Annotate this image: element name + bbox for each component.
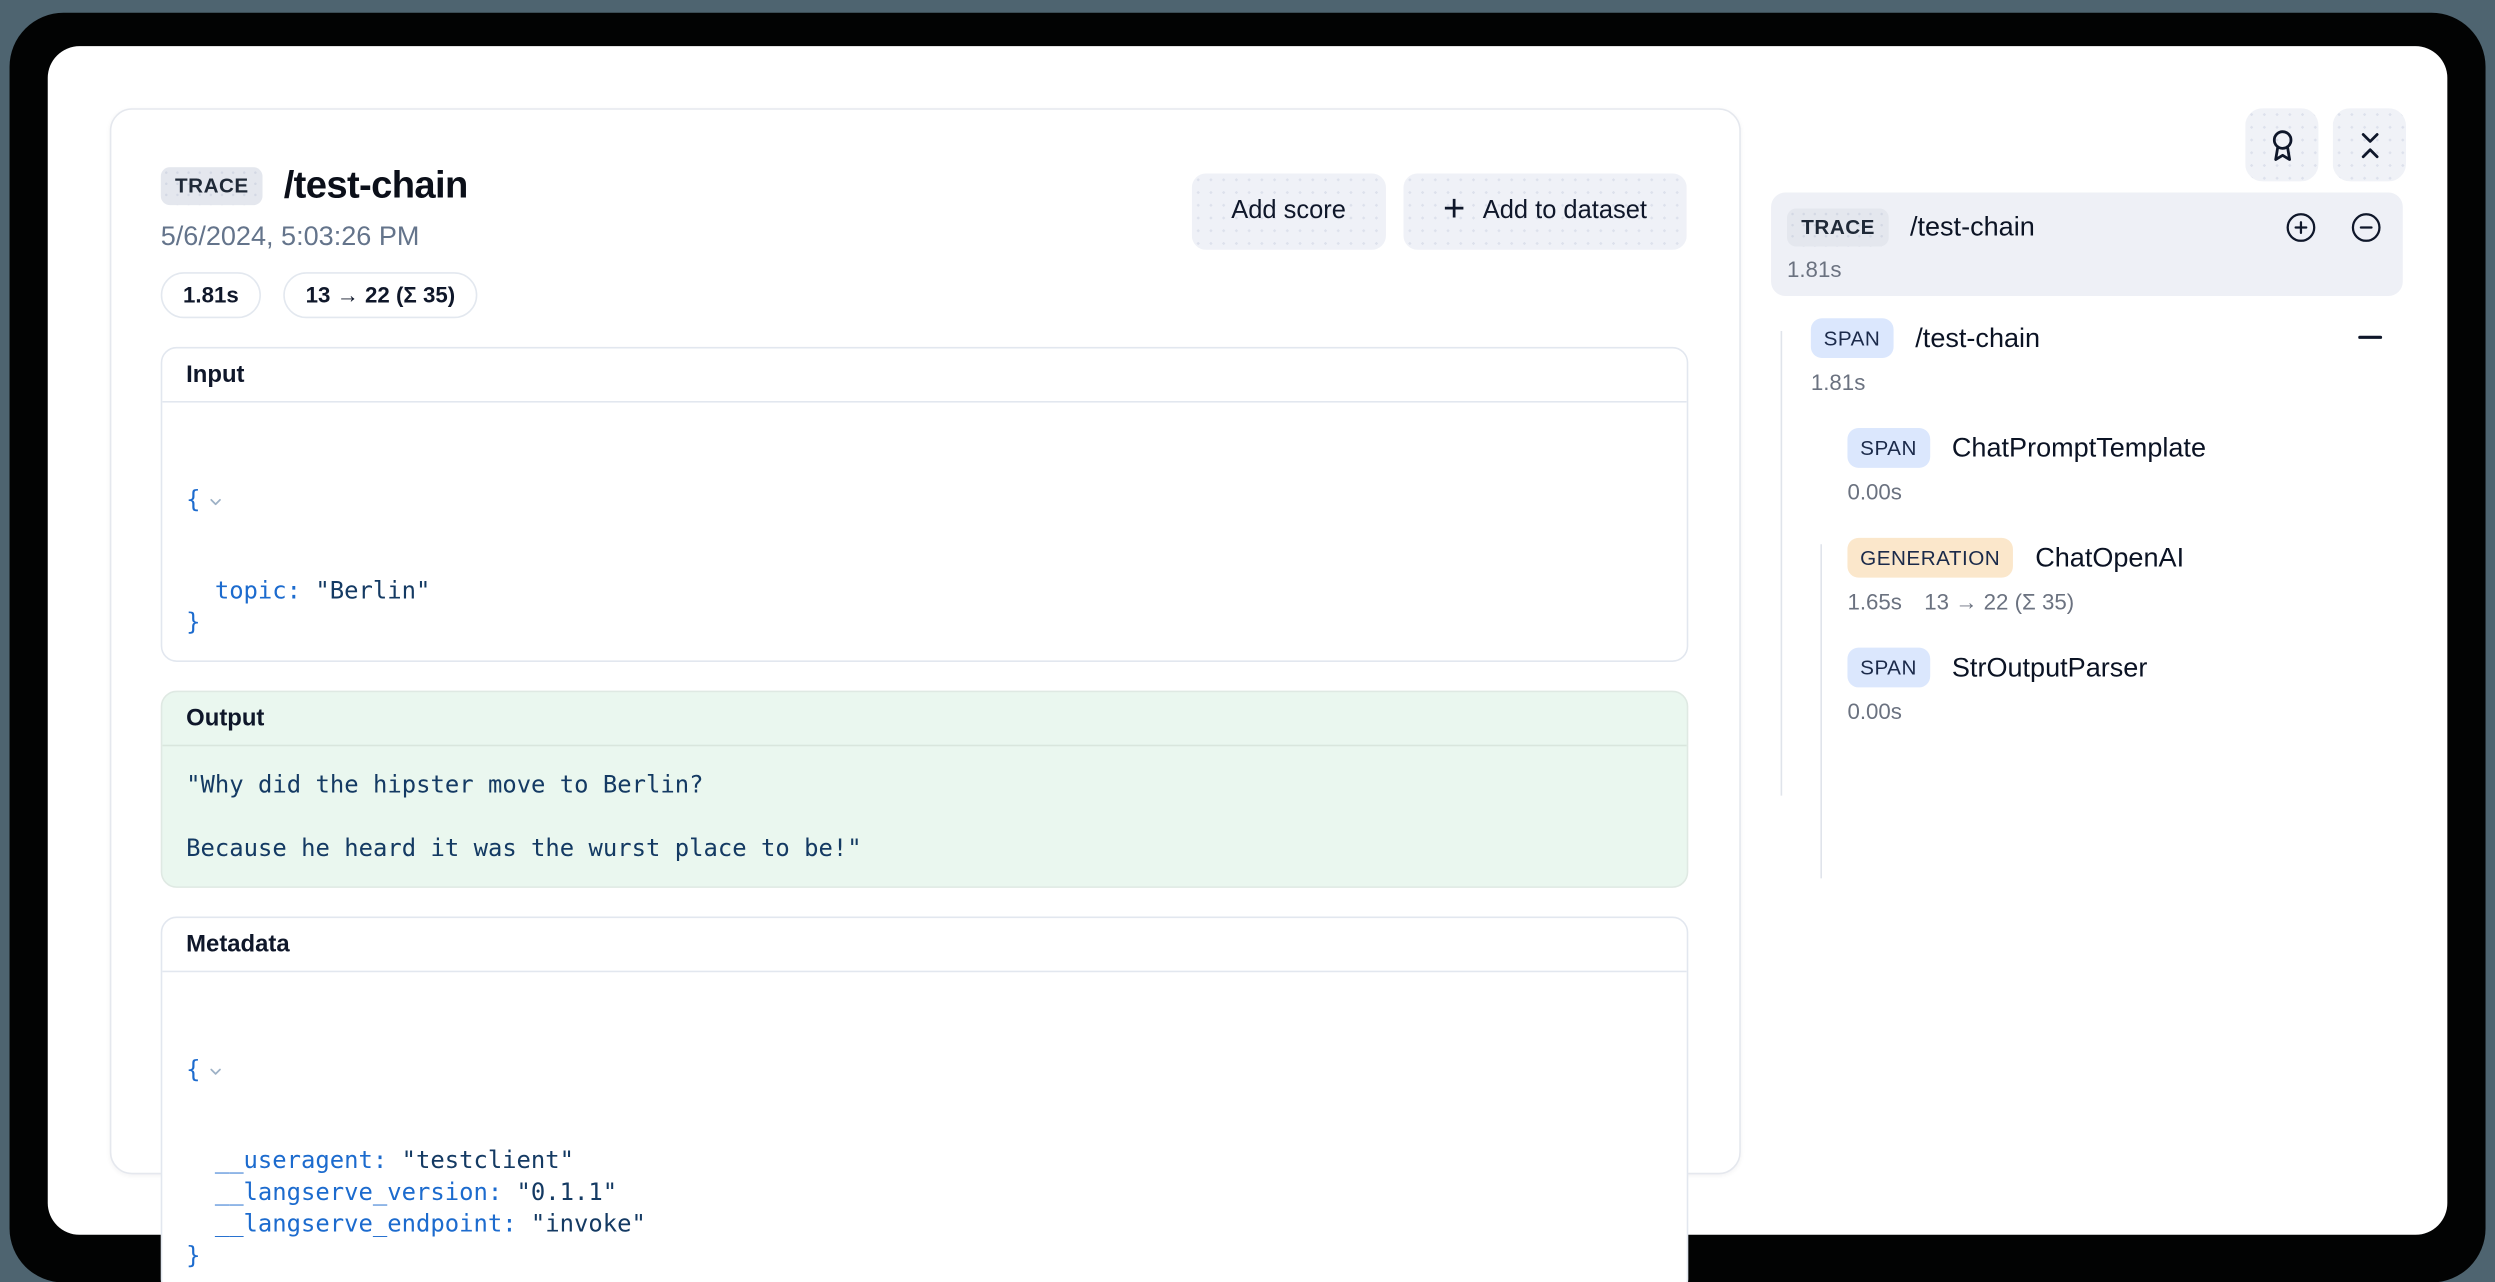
- chevron-down-icon[interactable]: [207, 430, 437, 575]
- span-type-badge: SPAN: [1847, 428, 1929, 468]
- json-open-line: {: [186, 995, 1663, 1145]
- input-section: Input { topic: "Berlin" }: [161, 347, 1689, 662]
- add-to-dataset-button[interactable]: + Add to dataset: [1403, 173, 1687, 249]
- tree-children: SPAN /test-chain 1.81s SPAN ChatPromptTe…: [1771, 318, 2403, 724]
- close-brace: }: [186, 1240, 200, 1272]
- award-icon: [2265, 128, 2298, 161]
- json-row: topic: "Berlin": [186, 574, 1663, 606]
- input-section-title: Input: [162, 348, 1686, 402]
- json-value: "0.1.1": [517, 1178, 618, 1207]
- tree-item-name: ChatPromptTemplate: [1952, 432, 2206, 464]
- duration-value: 1.81s: [1811, 369, 1866, 394]
- tree-root-duration: 1.81s: [1787, 256, 2387, 281]
- collapse-panel-button[interactable]: [2333, 108, 2406, 181]
- tree-item-line: SPAN /test-chain: [1811, 318, 2403, 358]
- plus-icon: +: [1443, 187, 1465, 232]
- tree-item-name: /test-chain: [1915, 322, 2040, 354]
- input-json-viewer: { topic: "Berlin" }: [162, 403, 1686, 661]
- tree-item-span-stroutputparser[interactable]: SPAN StrOutputParser 0.00s: [1771, 648, 2403, 724]
- json-row: __langserve_version: "0.1.1": [186, 1176, 1663, 1208]
- json-row: __langserve_endpoint: "invoke": [186, 1208, 1663, 1240]
- tree-item-name: ChatOpenAI: [2035, 542, 2184, 574]
- tree-item-duration: 1.81s: [1811, 369, 2403, 394]
- trace-actions: Add score + Add to dataset: [1191, 173, 1686, 249]
- json-open-line: {: [186, 425, 1663, 575]
- circle-minus-icon[interactable]: [2350, 212, 2382, 244]
- tree-item-duration: 1.65s 13 → 22 (Σ 35): [1847, 589, 2402, 614]
- output-body: "Why did the hipster move to Berlin? Bec…: [162, 746, 1686, 886]
- tree-root-name: /test-chain: [1910, 212, 2035, 244]
- app-window: TRACE /test-chain 5/6/2024, 5:03:26 PM 1…: [48, 46, 2448, 1235]
- json-close-line: }: [186, 606, 1663, 638]
- add-to-dataset-label: Add to dataset: [1483, 197, 1647, 226]
- json-key: topic:: [215, 576, 301, 605]
- json-key: __langserve_version:: [215, 1178, 502, 1207]
- window-frame: TRACE /test-chain 5/6/2024, 5:03:26 PM 1…: [10, 13, 2486, 1282]
- tree-item-duration: 0.00s: [1847, 479, 2402, 504]
- screenshot-stage: TRACE /test-chain 5/6/2024, 5:03:26 PM 1…: [0, 0, 2495, 1282]
- tree-item-span-chatprompttemplate[interactable]: SPAN ChatPromptTemplate 0.00s: [1771, 428, 2403, 504]
- tree-root-row[interactable]: TRACE /test-chain 1.81s: [1771, 193, 2403, 296]
- json-row: __useragent: "testclient": [186, 1144, 1663, 1176]
- json-value: "testclient": [402, 1146, 574, 1175]
- json-value: "Berlin": [315, 576, 430, 605]
- tree-root-line: TRACE /test-chain: [1787, 208, 2387, 246]
- latency-pill: 1.81s: [161, 272, 261, 318]
- annotate-button[interactable]: [2245, 108, 2318, 181]
- chevron-down-icon[interactable]: [207, 999, 437, 1144]
- circle-plus-icon[interactable]: [2285, 212, 2317, 244]
- collapse-vertical-icon: [2353, 128, 2386, 161]
- tree-item-span-test-chain[interactable]: SPAN /test-chain 1.81s: [1771, 318, 2403, 394]
- json-key: __langserve_endpoint:: [215, 1209, 517, 1238]
- metadata-section: Metadata { __useragent: "testclient" __la…: [161, 917, 1689, 1282]
- collapse-branch-icon[interactable]: [2358, 336, 2382, 339]
- duration-value: 0.00s: [1847, 479, 1902, 504]
- duration-value: 0.00s: [1847, 699, 1902, 724]
- tree-item-duration: 0.00s: [1847, 699, 2402, 724]
- page-title: /test-chain: [284, 164, 468, 209]
- close-brace: }: [186, 606, 200, 638]
- generation-type-badge: GENERATION: [1847, 538, 2012, 578]
- token-usage-value: 13 → 22 (Σ 35): [1924, 589, 2074, 614]
- tree-expand-controls: [2285, 212, 2382, 244]
- output-section-title: Output: [162, 692, 1686, 746]
- trace-type-badge: TRACE: [161, 167, 263, 205]
- duration-value: 1.65s: [1847, 589, 1902, 614]
- tree-item-line: GENERATION ChatOpenAI: [1847, 538, 2402, 578]
- observation-tree: TRACE /test-chain 1.81s: [1771, 193, 2403, 724]
- span-type-badge: SPAN: [1847, 648, 1929, 688]
- json-value: "invoke": [531, 1209, 646, 1238]
- tree-item-name: StrOutputParser: [1952, 652, 2147, 684]
- trace-stat-pills: 1.81s 13 → 22 (Σ 35): [161, 272, 1689, 318]
- tree-item-line: SPAN ChatPromptTemplate: [1847, 428, 2402, 468]
- output-section: Output "Why did the hipster move to Berl…: [161, 691, 1689, 888]
- tree-toolbar: [2245, 108, 2406, 181]
- add-score-button[interactable]: Add score: [1191, 173, 1385, 249]
- span-type-badge: SPAN: [1811, 318, 1893, 358]
- trace-type-badge: TRACE: [1787, 208, 1889, 246]
- open-brace: {: [186, 1053, 200, 1085]
- output-text: "Why did the hipster move to Berlin? Bec…: [186, 769, 1663, 864]
- add-score-label: Add score: [1231, 197, 1346, 226]
- trace-detail-card: TRACE /test-chain 5/6/2024, 5:03:26 PM 1…: [110, 108, 1741, 1174]
- tree-item-line: SPAN StrOutputParser: [1847, 648, 2402, 688]
- token-usage-pill: 13 → 22 (Σ 35): [283, 272, 477, 318]
- metadata-section-title: Metadata: [162, 918, 1686, 972]
- metadata-json-viewer: { __useragent: "testclient" __langserve_v…: [162, 972, 1686, 1282]
- open-brace: {: [186, 484, 200, 516]
- tree-item-generation-chatopenai[interactable]: GENERATION ChatOpenAI 1.65s 13 → 22 (Σ 3…: [1771, 538, 2403, 614]
- json-key: __useragent:: [215, 1146, 387, 1175]
- json-close-line: }: [186, 1240, 1663, 1272]
